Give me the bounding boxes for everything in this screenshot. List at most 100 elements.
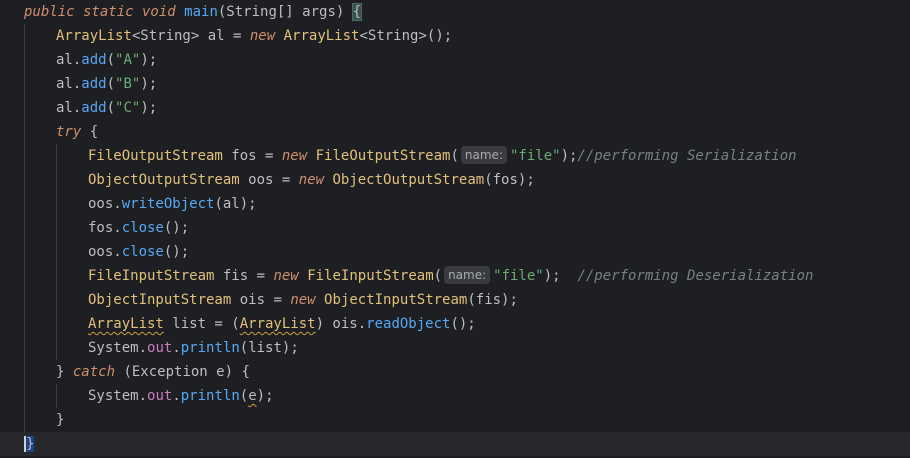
code-token: fos. — [88, 220, 122, 236]
code-line-content: } — [56, 408, 64, 432]
code-line[interactable]: fos.close(); — [0, 216, 910, 240]
code-token: writeObject — [121, 196, 215, 212]
code-line-content: ArrayList<String> al = new ArrayList<Str… — [56, 24, 452, 48]
code-line[interactable]: ObjectInputStream ois = new ObjectInputS… — [0, 288, 910, 312]
code-token: ArrayList — [283, 28, 360, 44]
code-token: ArrayList — [88, 316, 164, 332]
code-line-content: ObjectInputStream ois = new ObjectInputS… — [88, 288, 518, 312]
code-line-content: } catch (Exception e) { — [56, 360, 250, 384]
code-line[interactable]: FileOutputStream fos = new FileOutputStr… — [0, 144, 910, 168]
code-token: main — [184, 4, 218, 20]
code-line[interactable]: al.add("A"); — [0, 48, 910, 72]
code-token: oos. — [88, 244, 122, 260]
code-line[interactable]: al.add("B"); — [0, 72, 910, 96]
code-token: (Exception — [115, 364, 217, 380]
code-line[interactable]: public static void main(String[] args) { — [0, 0, 910, 24]
code-token: <String> al = — [131, 28, 250, 44]
code-token: ( — [106, 100, 116, 116]
code-line[interactable]: FileInputStream fis = new FileInputStrea… — [0, 264, 910, 288]
code-token: FileOutputStream — [315, 148, 451, 164]
code-line[interactable]: ArrayList list = (ArrayList) ois.readObj… — [0, 312, 910, 336]
code-line-content: System.out.println(list); — [88, 336, 299, 360]
code-line[interactable]: ArrayList<String> al = new ArrayList<Str… — [0, 24, 910, 48]
code-token: oos = — [239, 172, 299, 188]
code-line[interactable]: } catch (Exception e) { — [0, 360, 910, 384]
code-token: ) — [335, 4, 353, 20]
code-line-content: try { — [56, 120, 98, 144]
code-token: . — [172, 388, 181, 404]
code-line-content: System.out.println(e); — [88, 384, 274, 408]
code-line-content: al.add("B"); — [56, 72, 157, 96]
code-token: public static void — [24, 4, 176, 20]
code-token: ); — [256, 388, 274, 404]
code-token: close — [121, 244, 164, 260]
code-line[interactable]: oos.writeObject(al); — [0, 192, 910, 216]
code-token: ( — [106, 76, 116, 92]
code-token: (String[] — [217, 4, 303, 20]
code-line[interactable]: } — [0, 432, 910, 456]
code-token: (); — [163, 220, 190, 236]
code-token: <String>(); — [359, 28, 453, 44]
code-token: ArrayList — [239, 316, 316, 332]
code-token: al. — [56, 52, 82, 68]
code-token: al. — [56, 76, 82, 92]
code-token: new — [298, 172, 325, 188]
code-token: (fis); — [467, 292, 518, 308]
code-token: println — [180, 388, 240, 404]
code-token: out — [147, 340, 173, 356]
code-token: } — [24, 436, 35, 452]
code-line-content: FileInputStream fis = new FileInputStrea… — [88, 264, 813, 288]
code-line-content: public static void main(String[] args) { — [24, 0, 363, 24]
code-line[interactable]: } — [0, 408, 910, 432]
code-token: oos. — [88, 196, 122, 212]
code-token: readObject — [366, 316, 451, 332]
code-token: ( — [433, 268, 443, 284]
code-token: new — [273, 268, 299, 284]
code-token: "B" — [115, 76, 141, 92]
code-line[interactable]: al.add("C"); — [0, 96, 910, 120]
code-line[interactable]: ObjectOutputStream oos = new ObjectOutpu… — [0, 168, 910, 192]
code-token: new — [281, 148, 308, 164]
code-token: e — [216, 364, 225, 380]
code-token: FileOutputStream — [88, 148, 223, 164]
code-token: (); — [163, 244, 190, 260]
code-line[interactable]: System.out.println(list); — [0, 336, 910, 360]
code-token: add — [81, 100, 107, 116]
code-line-content: al.add("C"); — [56, 96, 157, 120]
code-line-content: FileOutputStream fos = new FileOutputStr… — [88, 144, 797, 168]
code-token: list = ( — [163, 316, 240, 332]
code-token: FileInputStream — [307, 268, 434, 284]
code-token: (fos); — [484, 172, 535, 188]
code-token: ObjectInputStream — [88, 292, 232, 308]
code-token: new — [290, 292, 316, 308]
code-line[interactable]: try { — [0, 120, 910, 144]
code-token: ) { — [224, 364, 250, 380]
code-token: (list); — [239, 340, 299, 356]
code-line[interactable]: oos.close(); — [0, 240, 910, 264]
code-token: { — [81, 124, 99, 140]
code-token: (al); — [214, 196, 257, 212]
code-token: fos = — [222, 148, 282, 164]
code-editor[interactable]: public static void main(String[] args) {… — [0, 0, 910, 458]
parameter-hint: name: — [460, 146, 507, 164]
code-line-content: ArrayList list = (ArrayList) ois.readObj… — [88, 312, 476, 336]
code-token: "A" — [115, 52, 141, 68]
parameter-hint: name: — [444, 266, 491, 284]
code-token: //performing Serialization — [577, 148, 797, 164]
code-token: ); — [560, 148, 578, 164]
code-line-content: oos.close(); — [88, 240, 189, 264]
code-token: } — [56, 412, 65, 428]
code-token: ( — [239, 388, 249, 404]
code-token: ObjectOutputStream — [88, 172, 240, 188]
code-token: . — [172, 340, 181, 356]
code-token: out — [147, 388, 173, 404]
code-line[interactable]: System.out.println(e); — [0, 384, 910, 408]
code-token: "file" — [493, 268, 544, 284]
code-token: ObjectInputStream — [324, 292, 468, 308]
code-token: add — [81, 52, 107, 68]
code-token: ( — [106, 52, 116, 68]
